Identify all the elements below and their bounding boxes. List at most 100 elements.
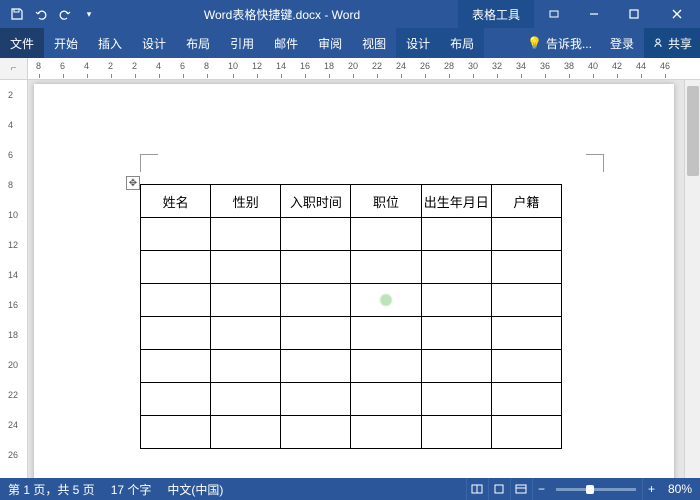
window-controls [574,0,700,28]
table-cell[interactable] [281,218,351,251]
table-cell[interactable] [351,317,421,350]
language[interactable]: 中文(中国) [159,481,231,498]
tab-审阅[interactable]: 审阅 [308,28,352,58]
page[interactable]: ✥ 姓名性别入职时间职位出生年月日户籍 [34,84,674,478]
undo-icon[interactable] [30,3,52,25]
vertical-scrollbar[interactable] [684,80,700,478]
table-cell[interactable] [281,284,351,317]
maximize-button[interactable] [614,0,654,28]
table-cell[interactable] [421,416,491,449]
table-cell[interactable] [281,383,351,416]
context-tab-布局[interactable]: 布局 [440,28,484,58]
table-cell[interactable] [351,416,421,449]
page-count[interactable]: 第 1 页，共 5 页 [0,481,103,498]
quick-access-toolbar: ▾ [0,3,106,25]
tab-视图[interactable]: 视图 [352,28,396,58]
zoom-in-button[interactable]: + [642,478,660,500]
table-cell[interactable] [211,251,281,284]
ribbon-tabs: 文件开始插入设计布局引用邮件审阅视图 设计布局 💡 告诉我... 登录 共享 [0,28,700,58]
table-cell[interactable] [211,218,281,251]
redo-icon[interactable] [54,3,76,25]
table-header[interactable]: 入职时间 [281,185,351,218]
ribbon-options-icon[interactable] [534,0,574,28]
document-table[interactable]: 姓名性别入职时间职位出生年月日户籍 [140,184,562,449]
share-button[interactable]: 共享 [644,28,700,58]
horizontal-ruler[interactable]: 8642246810121416182022242628303234363840… [28,58,700,79]
table-cell[interactable] [211,317,281,350]
table-cell[interactable] [351,251,421,284]
table-cell[interactable] [141,350,211,383]
zoom-slider[interactable] [556,488,636,491]
web-layout-icon[interactable] [510,478,532,500]
share-icon [652,37,664,49]
table-cell[interactable] [421,218,491,251]
login-button[interactable]: 登录 [600,28,644,58]
table-cell[interactable] [141,317,211,350]
tab-布局[interactable]: 布局 [176,28,220,58]
table-cell[interactable] [351,284,421,317]
table-cell[interactable] [211,416,281,449]
table-cell[interactable] [281,350,351,383]
scrollbar-thumb[interactable] [687,86,699,176]
table-header[interactable]: 姓名 [141,185,211,218]
tab-stop-icon: ⌐ [11,63,17,74]
table-cell[interactable] [141,284,211,317]
table-cell[interactable] [281,317,351,350]
lightbulb-icon: 💡 [527,36,542,50]
table-cell[interactable] [421,251,491,284]
table-cell[interactable] [141,218,211,251]
table-cell[interactable] [351,218,421,251]
context-tab-设计[interactable]: 设计 [396,28,440,58]
zoom-out-button[interactable]: − [532,478,550,500]
table-cell[interactable] [421,284,491,317]
table-cell[interactable] [491,251,561,284]
ruler-corner[interactable]: ⌐ [0,58,28,79]
table-cell[interactable] [141,251,211,284]
tell-me[interactable]: 💡 告诉我... [519,35,600,52]
table-cell[interactable] [351,383,421,416]
tab-邮件[interactable]: 邮件 [264,28,308,58]
table-cell[interactable] [491,218,561,251]
table-header[interactable]: 性别 [211,185,281,218]
word-count[interactable]: 17 个字 [103,481,160,498]
context-tab-label: 表格工具 [458,0,534,28]
minimize-button[interactable] [574,0,614,28]
document-title: Word表格快捷键.docx - Word [106,6,458,23]
table-header[interactable]: 户籍 [491,185,561,218]
table-cell[interactable] [141,383,211,416]
workspace: 2468101214161820222426 ✥ 姓名性别入职时间职位出生年月日… [0,80,700,478]
table-header[interactable]: 出生年月日 [421,185,491,218]
table-cell[interactable] [421,350,491,383]
document-area[interactable]: ✥ 姓名性别入职时间职位出生年月日户籍 [28,80,684,478]
table-cell[interactable] [421,317,491,350]
table-header[interactable]: 职位 [351,185,421,218]
tab-引用[interactable]: 引用 [220,28,264,58]
horizontal-ruler-area: ⌐ 86422468101214161820222426283032343638… [0,58,700,80]
print-layout-icon[interactable] [488,478,510,500]
qat-dropdown-icon[interactable]: ▾ [78,3,100,25]
table-cell[interactable] [491,317,561,350]
table-cell[interactable] [351,350,421,383]
save-icon[interactable] [6,3,28,25]
table-cell[interactable] [421,383,491,416]
read-mode-icon[interactable] [466,478,488,500]
table-cell[interactable] [211,350,281,383]
table-cell[interactable] [491,284,561,317]
zoom-level[interactable]: 80% [660,482,700,496]
table-cell[interactable] [211,383,281,416]
close-button[interactable] [654,0,700,28]
table-cell[interactable] [491,350,561,383]
table-move-handle[interactable]: ✥ [126,176,140,190]
table-cell[interactable] [141,416,211,449]
tab-开始[interactable]: 开始 [44,28,88,58]
table-cell[interactable] [281,251,351,284]
tab-插入[interactable]: 插入 [88,28,132,58]
table-cell[interactable] [491,383,561,416]
vertical-ruler[interactable]: 2468101214161820222426 [0,80,28,478]
table-cell[interactable] [211,284,281,317]
tab-设计[interactable]: 设计 [132,28,176,58]
tab-文件[interactable]: 文件 [0,28,44,58]
table-cell[interactable] [281,416,351,449]
table-cell[interactable] [491,416,561,449]
margin-corner-tr [586,154,604,172]
